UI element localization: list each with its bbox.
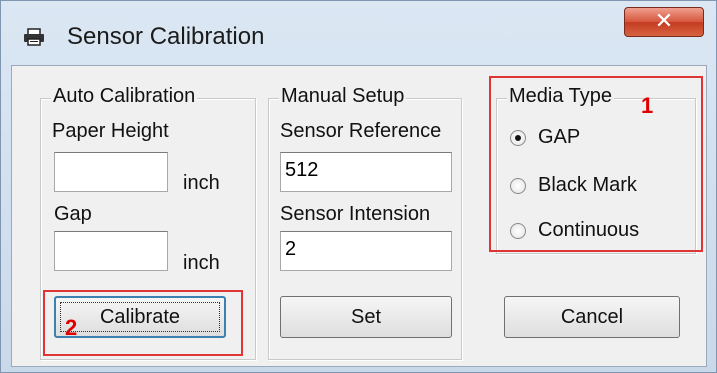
paper-height-field[interactable]: [54, 152, 168, 192]
gap-unit: inch: [183, 252, 220, 274]
gap-label: Gap: [54, 203, 92, 225]
annotation-number-2: 2: [65, 315, 78, 340]
dialog-body: Auto Calibration Paper Height inch Gap i…: [11, 65, 707, 367]
sensor-intension-field[interactable]: 2: [280, 231, 452, 271]
sensor-intension-label: Sensor Intension: [280, 203, 431, 225]
set-button-label: Set: [350, 306, 382, 328]
auto-calibration-legend: Auto Calibration: [51, 85, 198, 108]
close-button[interactable]: ✕: [624, 7, 704, 37]
set-button[interactable]: Set: [280, 296, 452, 338]
paper-height-unit: inch: [183, 172, 220, 194]
sensor-reference-label: Sensor Reference: [280, 120, 442, 142]
cancel-button-label: Cancel: [560, 306, 624, 328]
title-bar[interactable]: Sensor Calibration ✕: [1, 1, 716, 63]
sensor-calibration-window: Sensor Calibration ✕ Auto Calibration Pa…: [0, 0, 717, 373]
sensor-reference-field[interactable]: 512: [280, 152, 452, 192]
manual-setup-legend: Manual Setup: [279, 85, 407, 108]
paper-height-label: Paper Height: [52, 120, 169, 142]
window-title: Sensor Calibration: [67, 23, 265, 50]
close-icon: ✕: [654, 9, 674, 34]
cancel-button[interactable]: Cancel: [504, 296, 680, 338]
gap-field[interactable]: [54, 231, 168, 271]
printer-icon: [24, 28, 44, 46]
annotation-number-1: 1: [641, 93, 654, 118]
annotation-box-media-type: [489, 76, 703, 252]
